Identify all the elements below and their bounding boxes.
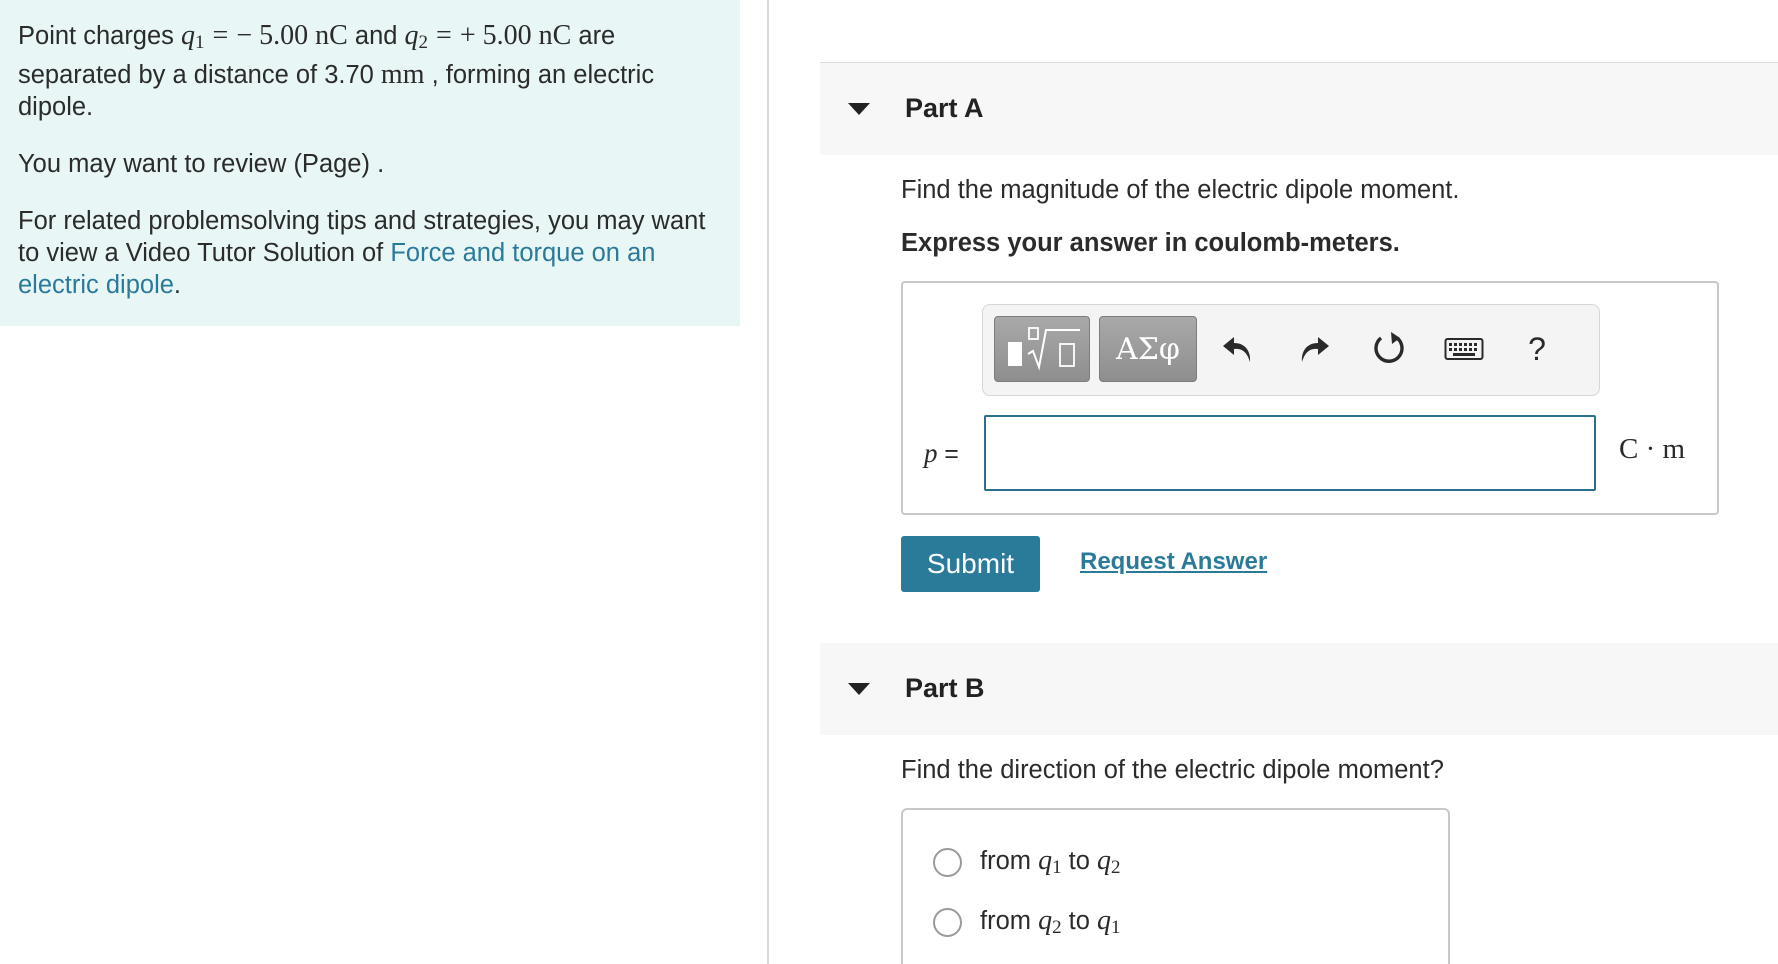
help-button[interactable]: ? [1515, 327, 1559, 371]
keyboard-icon [1444, 338, 1484, 360]
math-toolbar: ΑΣφ ? [982, 304, 1600, 396]
redo-button[interactable] [1292, 327, 1336, 371]
choice-label: from q1 to q2 [980, 845, 1121, 878]
part-b-title: Part B [905, 673, 985, 703]
request-answer-link[interactable]: Request Answer [1080, 548, 1267, 576]
caret-down-icon[interactable] [848, 103, 870, 115]
tips-text: For related problemsolving tips and stra… [18, 207, 706, 299]
part-a-prompt: Find the magnitude of the electric dipol… [901, 176, 1460, 204]
variable-label: p = [924, 438, 959, 468]
greek-symbols-button[interactable]: ΑΣφ [1099, 316, 1197, 382]
undo-button[interactable] [1216, 327, 1260, 371]
caret-down-icon[interactable] [848, 683, 870, 695]
fraction-sqrt-template-icon [1008, 327, 1080, 371]
reset-button[interactable] [1367, 327, 1411, 371]
page: Point charges q1 = − 5.00 nC and q2 = + 5.00… [0, 0, 1778, 964]
unit-label: C · m [1619, 433, 1686, 465]
template-button[interactable] [994, 316, 1090, 382]
radio-button[interactable] [933, 847, 962, 877]
choice-q2-to-q1[interactable]: from q2 to q1 [933, 902, 1121, 942]
answer-input[interactable] [984, 415, 1596, 491]
review-text: You may want to review (Page) . [18, 150, 385, 178]
distance-unit: mm [380, 59, 425, 90]
reset-icon [1374, 332, 1404, 363]
part-a-title: Part A [905, 93, 984, 123]
column-divider [767, 0, 769, 964]
undo-icon [1223, 337, 1251, 362]
problem-intro: Point charges q1 = − 5.00 nC and q2 = + 5.00… [18, 20, 655, 121]
keyboard-button[interactable] [1442, 327, 1486, 371]
q2-expression: q2 = + 5.00 nC [404, 20, 572, 53]
redo-icon [1301, 337, 1329, 362]
part-a-header[interactable]: Part A [820, 63, 1778, 155]
radio-button[interactable] [933, 907, 962, 937]
choice-q1-to-q2[interactable]: from q1 to q2 [933, 842, 1121, 882]
choice-box: from q1 to q2 from q2 to q1 [901, 808, 1450, 964]
part-b-header[interactable]: Part B [820, 643, 1778, 735]
part-b-prompt: Find the direction of the electric dipol… [901, 756, 1444, 784]
submit-button[interactable]: Submit [901, 536, 1040, 592]
problem-panel: Point charges q1 = − 5.00 nC and q2 = + 5.00… [0, 0, 740, 326]
answer-box: ΑΣφ ? p = C · m [901, 281, 1719, 515]
choice-label: from q2 to q1 [980, 905, 1121, 938]
q1-expression: q1 = − 5.00 nC [181, 20, 348, 53]
part-a-instruction: Express your answer in coulomb-meters. [901, 229, 1400, 257]
